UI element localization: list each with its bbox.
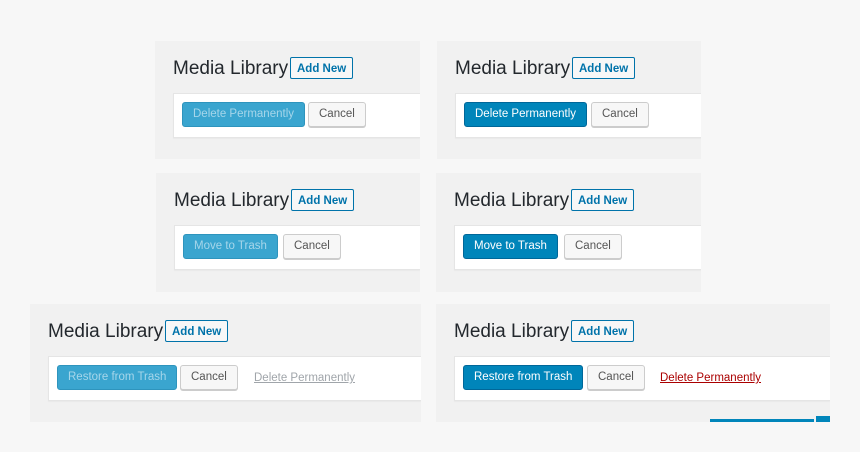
cancel-button[interactable]: Cancel [308, 102, 366, 127]
media-library-panel-trash-disabled: Media Library Add New Move to Trash Canc… [156, 173, 420, 292]
move-to-trash-button[interactable]: Move to Trash [463, 234, 558, 259]
bulk-actions-toolbar: Delete Permanently Cancel [455, 93, 701, 138]
add-new-button[interactable]: Add New [572, 57, 636, 79]
page-title: Media Library [174, 190, 290, 211]
media-library-panel-delete-active: Media Library Add New Delete Permanently… [437, 41, 701, 159]
bulk-actions-toolbar: Delete Permanently Cancel [173, 93, 420, 138]
page-title: Media Library [48, 321, 164, 342]
bulk-actions-toolbar: Restore from Trash Cancel Delete Permane… [454, 356, 830, 401]
add-new-button[interactable]: Add New [571, 189, 635, 211]
delete-permanently-link[interactable]: Delete Permanently [660, 372, 761, 384]
delete-permanently-button[interactable]: Delete Permanently [464, 102, 587, 127]
cancel-button[interactable]: Cancel [564, 234, 622, 259]
add-new-button[interactable]: Add New [291, 189, 355, 211]
page-title: Media Library [455, 58, 571, 79]
restore-from-trash-button[interactable]: Restore from Trash [57, 365, 178, 390]
selection-strip [710, 419, 814, 422]
bulk-actions-toolbar: Move to Trash Cancel [454, 225, 701, 270]
media-library-panel-restore-disabled: Media Library Add New Restore from Trash… [30, 304, 421, 422]
bulk-actions-toolbar: Move to Trash Cancel [174, 225, 420, 270]
page-title: Media Library [454, 190, 570, 211]
add-new-button[interactable]: Add New [165, 320, 229, 342]
media-library-panel-trash-active: Media Library Add New Move to Trash Canc… [436, 173, 701, 292]
selection-strip-end [816, 416, 830, 422]
cancel-button[interactable]: Cancel [591, 102, 649, 127]
page-title: Media Library [454, 321, 570, 342]
media-library-panel-delete-disabled: Media Library Add New Delete Permanently… [155, 41, 420, 159]
cancel-button[interactable]: Cancel [180, 365, 238, 390]
add-new-button[interactable]: Add New [290, 57, 354, 79]
cancel-button[interactable]: Cancel [283, 234, 341, 259]
cancel-button[interactable]: Cancel [587, 365, 645, 390]
page-title: Media Library [173, 58, 289, 79]
restore-from-trash-button[interactable]: Restore from Trash [463, 365, 584, 390]
delete-permanently-link[interactable]: Delete Permanently [254, 372, 355, 384]
media-library-panel-restore-active: Media Library Add New Restore from Trash… [436, 304, 830, 422]
move-to-trash-button[interactable]: Move to Trash [183, 234, 278, 259]
delete-permanently-button[interactable]: Delete Permanently [182, 102, 305, 127]
bulk-actions-toolbar: Restore from Trash Cancel Delete Permane… [48, 356, 421, 401]
add-new-button[interactable]: Add New [571, 320, 635, 342]
